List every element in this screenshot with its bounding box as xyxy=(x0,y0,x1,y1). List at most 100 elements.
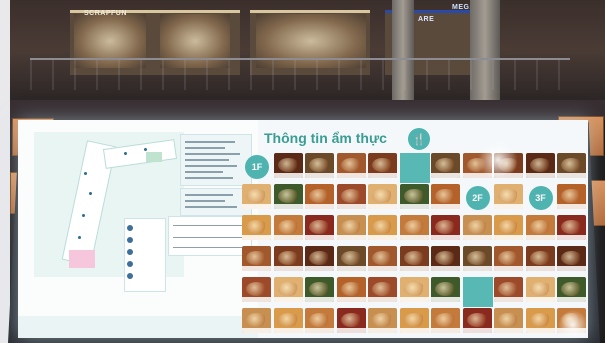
page-title: Thông tin ẩm thực xyxy=(264,130,387,146)
food-tile-label xyxy=(368,297,397,302)
map-marker xyxy=(89,192,92,195)
legend-dot-icon xyxy=(127,237,133,243)
food-tile-label xyxy=(368,266,397,271)
food-photo-tile xyxy=(557,184,586,209)
food-photo-tile xyxy=(494,308,523,333)
food-photo-tile xyxy=(368,277,397,302)
food-photo-tile xyxy=(305,308,334,333)
food-tile-label xyxy=(557,173,586,178)
food-tile-label xyxy=(242,266,271,271)
food-photo-tile xyxy=(431,246,460,271)
food-tile-label xyxy=(399,266,429,271)
food-grid: 1F 2F 3F xyxy=(242,153,588,338)
legend-dot-icon xyxy=(127,273,133,279)
food-tile-label xyxy=(557,204,586,209)
food-photo-tile xyxy=(525,246,555,271)
food-tile-label xyxy=(462,328,492,333)
food-tile-label xyxy=(431,328,460,333)
food-tile-label xyxy=(336,297,366,302)
food-tile-label xyxy=(273,235,303,240)
floor-badge: 2F xyxy=(465,186,490,210)
food-tile-label xyxy=(494,297,523,302)
food-tile-label xyxy=(336,266,366,271)
food-tile-label xyxy=(525,173,555,178)
food-photo-tile xyxy=(273,246,303,271)
food-tile-label xyxy=(462,235,492,240)
food-photo-tile xyxy=(336,153,366,178)
light-glare xyxy=(558,310,588,338)
food-photo-tile xyxy=(399,184,429,209)
food-tile-label xyxy=(368,235,397,240)
food-photo-tile xyxy=(336,246,366,271)
food-tile-label xyxy=(368,204,397,209)
info-tile xyxy=(399,153,430,183)
food-tile-label xyxy=(431,204,460,209)
food-tile-label xyxy=(273,297,303,302)
food-photo-tile xyxy=(368,246,397,271)
left-wall xyxy=(0,0,10,343)
food-tile-label xyxy=(273,266,303,271)
legend-dot-icon xyxy=(127,249,133,255)
food-photo-tile xyxy=(431,277,460,302)
food-photo-tile xyxy=(242,184,271,209)
food-photo-tile xyxy=(242,215,271,240)
food-photo-tile xyxy=(368,215,397,240)
fork-knife-icon: 🍴 xyxy=(408,128,430,150)
food-photo-tile xyxy=(305,184,334,209)
food-photo-tile xyxy=(494,215,523,240)
food-photo-tile xyxy=(242,246,271,271)
food-photo-tile xyxy=(242,277,271,302)
food-photo-tile xyxy=(431,153,460,178)
food-photo-tile xyxy=(557,277,586,302)
food-tile-label xyxy=(305,235,334,240)
food-photo-tile xyxy=(399,215,429,240)
mall-scene: SCRAPFUN ARE MEGA 2F xyxy=(0,0,605,343)
food-photo-tile xyxy=(557,215,586,240)
map-panel: 2F xyxy=(18,120,258,338)
food-photo-tile xyxy=(462,215,492,240)
food-tile-label xyxy=(305,328,334,333)
food-photo-tile xyxy=(431,184,460,209)
food-photo-tile xyxy=(494,184,523,209)
food-photo-tile xyxy=(368,153,397,178)
food-photo-tile xyxy=(525,308,555,333)
food-tile-label xyxy=(525,266,555,271)
food-photo-tile xyxy=(336,308,366,333)
food-photo-tile xyxy=(336,215,366,240)
food-photo-tile xyxy=(273,153,303,178)
food-photo-tile xyxy=(368,308,397,333)
food-tile-label xyxy=(494,204,523,209)
food-tile-label xyxy=(431,235,460,240)
food-photo-tile xyxy=(399,277,429,302)
food-photo-tile xyxy=(399,308,429,333)
food-tile-label xyxy=(273,328,303,333)
food-tile-label xyxy=(525,328,555,333)
legend-dot-icon xyxy=(127,261,133,267)
food-tile-label xyxy=(336,328,366,333)
food-tile-label xyxy=(557,297,586,302)
food-tile-label xyxy=(557,235,586,240)
food-tile-label xyxy=(273,204,303,209)
food-photo-tile xyxy=(525,153,555,178)
food-photo-tile xyxy=(336,184,366,209)
legend-dot-icon xyxy=(127,225,133,231)
food-photo-tile xyxy=(273,277,303,302)
floor-badge: 1F xyxy=(245,155,269,179)
food-tile-label xyxy=(494,235,523,240)
food-photo-tile xyxy=(462,246,492,271)
food-photo-tile xyxy=(305,215,334,240)
food-tile-label xyxy=(368,173,397,178)
legend-block xyxy=(168,216,252,256)
food-tile-label xyxy=(305,173,334,178)
info-tile xyxy=(462,277,493,307)
food-tile-label xyxy=(525,297,555,302)
food-tile-label xyxy=(399,328,429,333)
map-corridor xyxy=(102,139,178,169)
store-sign: SCRAPFUN xyxy=(84,10,127,17)
food-photo-tile xyxy=(525,215,555,240)
store-sign: ARE xyxy=(418,16,435,23)
map-marker xyxy=(82,214,85,217)
map-zone xyxy=(146,152,162,162)
food-photo-tile xyxy=(273,308,303,333)
food-tile-label xyxy=(368,328,397,333)
